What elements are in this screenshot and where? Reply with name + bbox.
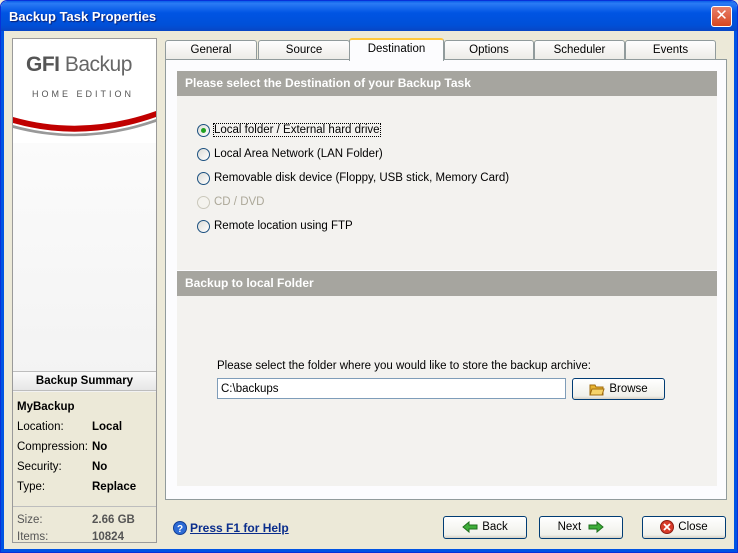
help-link[interactable]: Press F1 for Help	[190, 521, 289, 535]
folder-prompt: Please select the folder where you would…	[217, 360, 591, 372]
radio-local-folder[interactable]: Local folder / External hard drive	[197, 123, 497, 139]
window-title: Backup Task Properties	[9, 9, 157, 24]
radio-removable-disk[interactable]: Removable disk device (Floppy, USB stick…	[197, 171, 527, 187]
svg-text:?: ?	[177, 524, 183, 535]
arrow-right-icon	[588, 521, 605, 533]
summary-row: Compression: No	[17, 441, 108, 453]
tab-general[interactable]: General	[165, 40, 257, 60]
window-close-button[interactable]: ✕	[711, 6, 732, 27]
logo-edition: HOME EDITION	[32, 89, 135, 99]
folder-icon	[589, 384, 606, 396]
summary-row: Security: No	[17, 461, 108, 473]
logo-product: Backup	[64, 53, 133, 76]
folder-path-input[interactable]	[217, 378, 566, 399]
summary-stat-row: Items: 10824	[17, 531, 124, 543]
summary-stat-row: Size: 2.66 GB	[17, 514, 135, 526]
tab-events[interactable]: Events	[625, 40, 716, 60]
logo-brand: GFI	[26, 53, 60, 76]
help-icon: ?	[173, 521, 187, 535]
back-button[interactable]: Back	[443, 516, 527, 539]
tab-destination[interactable]: Destination	[349, 38, 444, 61]
local-folder-section-header: Backup to local Folder	[177, 271, 717, 296]
destination-tab-panel: Please select the Destination of your Ba…	[165, 59, 727, 500]
arrow-left-icon	[462, 521, 478, 533]
left-panel: GFI Backup HOME EDITION Backup Summary M…	[12, 38, 157, 543]
close-button[interactable]: Close	[642, 516, 726, 539]
backup-summary-title: Backup Summary	[13, 371, 156, 391]
window: Backup Task Properties ✕ GFI Backup HOME…	[0, 0, 738, 553]
radio-cd-dvd: CD / DVD	[197, 195, 397, 211]
radio-button[interactable]	[197, 124, 210, 137]
radio-button[interactable]	[197, 172, 210, 185]
summary-row: Location: Local	[17, 421, 123, 433]
radio-lan-folder[interactable]: Local Area Network (LAN Folder)	[197, 147, 497, 163]
backup-summary: MyBackup Location: Local Compression: No…	[13, 392, 156, 543]
radio-button[interactable]	[197, 220, 210, 233]
radio-button	[197, 196, 210, 209]
tab-scheduler[interactable]: Scheduler	[534, 40, 625, 60]
destination-section-header: Please select the Destination of your Ba…	[177, 71, 717, 96]
radio-button[interactable]	[197, 148, 210, 161]
summary-task-name: MyBackup	[17, 401, 75, 413]
tab-strip: General Source Destination Options Sched…	[165, 38, 727, 61]
title-bar[interactable]: Backup Task Properties ✕	[1, 1, 737, 31]
close-icon	[660, 520, 675, 534]
logo-swoosh-icon	[13, 111, 156, 137]
tab-options[interactable]: Options	[444, 40, 534, 60]
radio-remote-ftp[interactable]: Remote location using FTP	[197, 219, 497, 235]
next-button[interactable]: Next	[539, 516, 623, 539]
browse-button[interactable]: Browse	[572, 378, 665, 400]
close-icon: ✕	[715, 7, 728, 24]
tab-source[interactable]: Source	[258, 40, 350, 60]
summary-row: Type: Replace	[17, 481, 137, 493]
